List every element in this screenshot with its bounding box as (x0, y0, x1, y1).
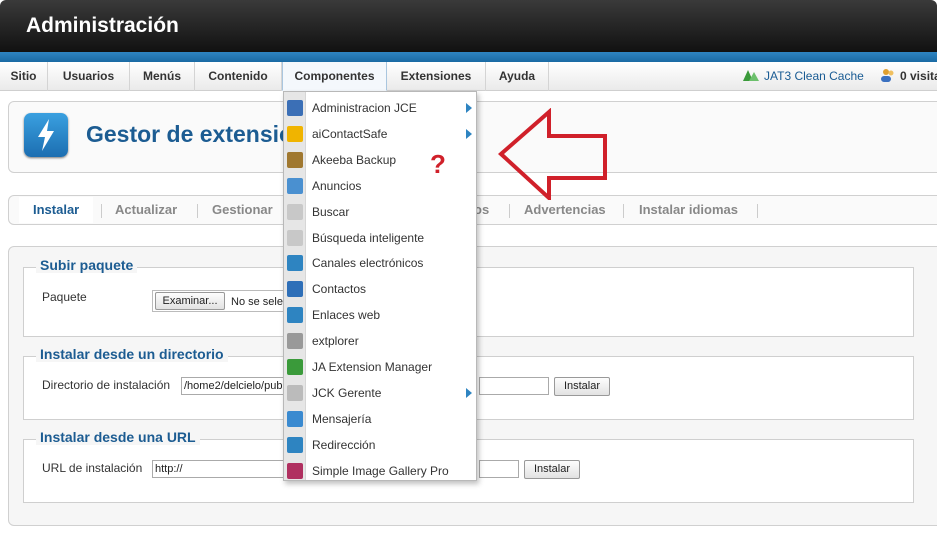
dropdown-item-contactos[interactable]: Contactos (284, 277, 476, 302)
tab-separator (757, 204, 758, 218)
dropdown-item-label: extplorer (312, 334, 359, 349)
install-directory-button[interactable]: Instalar (554, 377, 610, 396)
submenu-arrow-icon (466, 387, 472, 398)
menu-componentes[interactable]: Componentes (282, 62, 387, 91)
url-legend: Instalar desde una URL (36, 429, 200, 445)
menu-menus[interactable]: Menús (130, 62, 195, 91)
tab-instalar-idiomas[interactable]: Instalar idiomas (639, 196, 738, 224)
jck-icon (287, 384, 303, 401)
dropdown-item-aicontactsafe[interactable]: aiContactSafe (284, 122, 476, 147)
directory-label: Directorio de instalación (42, 378, 171, 392)
dropdown-item-redirecci-n[interactable]: Redirección (284, 433, 476, 458)
directory-input[interactable]: /home2/delcielo/pub (181, 377, 288, 395)
dropdown-item-label: Administracion JCE (312, 101, 417, 115)
dropdown-item-label: Enlaces web (312, 308, 381, 323)
dropdown-item-mensajer-a[interactable]: Mensajería (284, 407, 476, 432)
redirect-icon (287, 436, 303, 453)
banners-icon (287, 177, 303, 194)
file-input[interactable]: Examinar... No se selec (152, 290, 287, 312)
question-mark-annotation: ? (430, 149, 446, 179)
dropdown-item-label: Anuncios (312, 178, 362, 193)
clean-cache-label: JAT3 Clean Cache (764, 69, 864, 83)
menu-contenido[interactable]: Contenido (195, 62, 282, 91)
componentes-dropdown: Administracion JCE aiContactSafe Akeeba Ba… (283, 91, 477, 481)
rss-icon (287, 255, 303, 272)
search-icon (287, 203, 303, 220)
dropdown-item-canales-electr-nicos[interactable]: Canales electrónicos (284, 251, 476, 276)
red-arrow-annotation (498, 108, 607, 200)
upload-legend: Subir paquete (36, 257, 138, 273)
dropdown-item-jck-gerente[interactable]: JCK Gerente (284, 381, 476, 406)
dropdown-item-administracion-jce[interactable]: Administracion JCE (284, 96, 476, 121)
menu-ayuda[interactable]: Ayuda (486, 62, 549, 91)
tab-actualizar[interactable]: Actualizar (115, 196, 177, 224)
dropdown-item-label: Búsqueda inteligente (312, 230, 425, 245)
search-icon (287, 229, 303, 246)
header-title: Administración (26, 14, 179, 37)
tools-icon (287, 333, 303, 350)
tab-separator (623, 204, 624, 218)
lightning-icon (24, 113, 68, 157)
gallery-icon (287, 462, 303, 479)
dropdown-item-enlaces-web[interactable]: Enlaces web (284, 303, 476, 328)
message-icon (287, 410, 303, 427)
browse-button[interactable]: Examinar... (155, 292, 225, 310)
clean-cache-link[interactable]: JAT3 Clean Cache (742, 62, 864, 91)
admin-header: Administración (0, 0, 937, 52)
dropdown-item-label: Akeeba Backup (312, 152, 397, 167)
no-file-text: No se selec (231, 296, 287, 308)
tab-separator (509, 204, 510, 218)
dropdown-item-ja-extension-manager[interactable]: JA Extension Manager (284, 355, 476, 380)
menu-sitio[interactable]: Sitio (0, 62, 48, 91)
tab-gestionar[interactable]: Gestionar (212, 196, 273, 224)
submenu-arrow-icon (466, 128, 472, 139)
dropdown-item-label: Buscar (312, 204, 350, 219)
dropdown-item-label: Canales electrónicos (312, 256, 424, 271)
menu-usuarios[interactable]: Usuarios (48, 62, 130, 91)
tab-advertencias[interactable]: Advertencias (524, 196, 606, 224)
tab-separator (101, 204, 102, 218)
url-input-tail[interactable] (479, 460, 519, 478)
ja-cache-icon (743, 70, 759, 81)
dropdown-item-anuncios[interactable]: Anuncios (284, 174, 476, 199)
menu-extensiones[interactable]: Extensiones (387, 62, 486, 91)
dropdown-item-label: Mensajería (312, 411, 372, 426)
dropdown-item-akeeba-backup[interactable]: Akeeba Backup (284, 148, 476, 173)
dropdown-item-label: aiContactSafe (312, 126, 388, 141)
envelope-icon (287, 125, 303, 142)
tab-separator (197, 204, 198, 218)
dropdown-item-b-squeda-inteligente[interactable]: Búsqueda inteligente (284, 226, 476, 251)
install-url-button[interactable]: Instalar (524, 460, 580, 479)
ja-icon (287, 359, 303, 375)
submenu-arrow-icon (466, 103, 472, 113)
url-input[interactable]: http:// (152, 460, 288, 478)
users-icon (881, 69, 894, 82)
dropdown-item-label: Contactos (312, 282, 367, 297)
jce-icon (287, 100, 303, 116)
contact-icon (287, 281, 303, 298)
package-label: Paquete (42, 290, 87, 304)
dropdown-item-buscar[interactable]: Buscar (284, 200, 476, 225)
directory-legend: Instalar desde un directorio (36, 346, 228, 362)
visits-indicator: 0 visita (880, 62, 937, 91)
dropdown-item-extplorer[interactable]: extplorer (284, 329, 476, 354)
header-divider (0, 52, 937, 62)
akeeba-icon (287, 151, 303, 168)
dropdown-item-label: Simple Image Gallery Pro (312, 463, 449, 478)
tab-instalar[interactable]: Instalar (19, 197, 94, 223)
visits-label: 0 visita (900, 69, 937, 83)
dropdown-item-label: JCK Gerente (312, 385, 382, 400)
directory-input-tail[interactable] (479, 377, 549, 395)
dropdown-item-simple-image-gallery-pro[interactable]: Simple Image Gallery Pro (284, 459, 476, 484)
globe-icon (287, 307, 303, 324)
dropdown-item-label: JA Extension Manager (312, 360, 433, 374)
url-label: URL de instalación (42, 461, 143, 475)
dropdown-item-label: Redirección (312, 437, 376, 452)
